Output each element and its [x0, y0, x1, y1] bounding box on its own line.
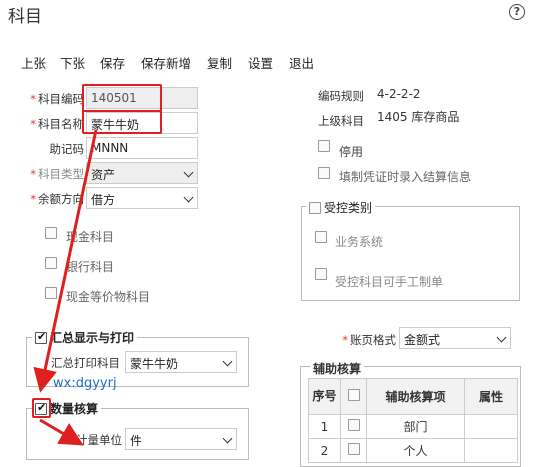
- annotation-arrow-unit: [39, 418, 84, 446]
- annotation-arrows: [33, 129, 98, 446]
- annotation-arrow-down: [33, 129, 98, 393]
